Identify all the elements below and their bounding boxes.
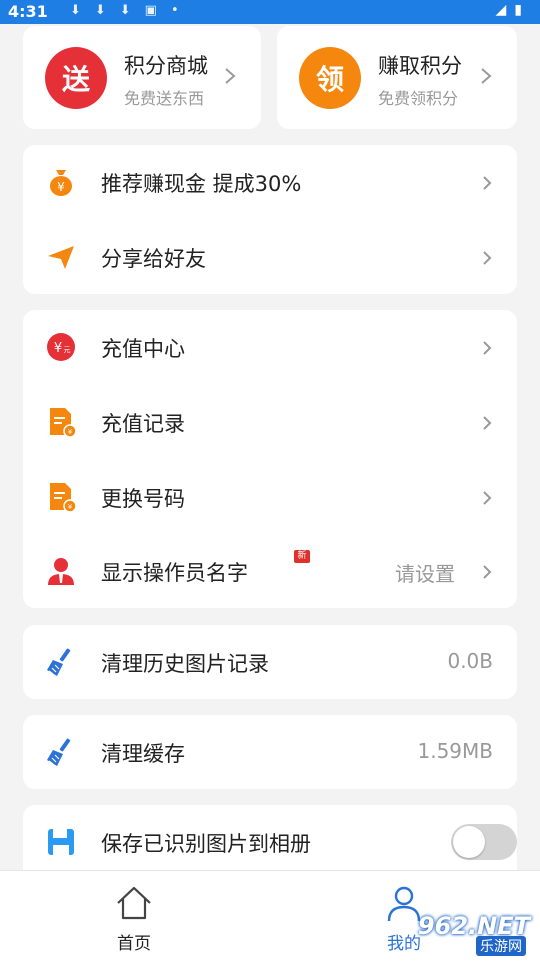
svg-text:元: 元 xyxy=(64,346,71,354)
clear-history-size: 0.0B xyxy=(447,649,493,673)
clear-history-row[interactable]: 清理历史图片记录 0.0B xyxy=(23,625,517,699)
recharge-record-label: 充值记录 xyxy=(101,412,185,436)
points-mall-title: 积分商城 xyxy=(124,54,208,78)
signal-battery-icons: ◢▮ xyxy=(495,2,530,18)
chevron-right-icon xyxy=(481,68,492,84)
status-bar: 4:31 ⬇⬇⬇▣• ◢▮ xyxy=(0,0,540,24)
chevron-right-icon xyxy=(483,251,492,265)
svg-text:¥: ¥ xyxy=(54,341,62,356)
earn-points-subtitle: 免费领积分 xyxy=(378,89,459,108)
money-bag-icon: ¥ xyxy=(50,170,72,196)
chevron-right-icon xyxy=(483,341,492,355)
chevron-right-icon xyxy=(483,491,492,505)
svg-text:¥: ¥ xyxy=(68,428,73,436)
referral-label: 推荐赚现金 提成30% xyxy=(101,172,302,196)
chevron-right-icon xyxy=(483,176,492,190)
change-number-row[interactable]: ¥ 更换号码 xyxy=(23,460,517,535)
claim-badge-icon: 领 xyxy=(299,47,361,109)
share-friends-label: 分享给好友 xyxy=(101,247,206,271)
change-number-label: 更换号码 xyxy=(101,487,185,511)
points-mall-card[interactable]: 送 积分商城 免费送东西 xyxy=(23,26,261,129)
clear-history-label: 清理历史图片记录 xyxy=(101,652,269,676)
operator-avatar-icon xyxy=(48,558,74,585)
share-friends-row[interactable]: 分享给好友 xyxy=(23,220,517,295)
points-mall-subtitle: 免费送东西 xyxy=(124,89,205,108)
operator-name-label: 显示操作员名字 xyxy=(101,561,248,585)
operator-name-row[interactable]: 显示操作员名字 新 请设置 xyxy=(23,535,517,608)
tab-home-label: 首页 xyxy=(117,934,151,954)
svg-text:¥: ¥ xyxy=(68,503,73,511)
save-images-label: 保存已识别图片到相册 xyxy=(101,832,311,856)
status-time: 4:31 xyxy=(8,2,48,21)
recharge-center-row[interactable]: ¥ 元 充值中心 xyxy=(23,310,517,385)
clear-cache-size: 1.59MB xyxy=(417,739,493,763)
save-images-toggle[interactable] xyxy=(451,824,517,860)
referral-group: ¥ 推荐赚现金 提成30% 分享给好友 xyxy=(23,145,517,294)
floppy-disk-icon xyxy=(48,829,74,855)
notification-icons: ⬇⬇⬇▣• xyxy=(70,3,193,18)
gift-badge-icon: 送 xyxy=(45,47,107,109)
toggle-knob xyxy=(453,826,485,858)
earn-points-title: 赚取积分 xyxy=(378,54,462,78)
recharge-center-label: 充值中心 xyxy=(101,337,185,361)
earn-points-card[interactable]: 领 赚取积分 免费领积分 xyxy=(277,26,517,129)
clear-cache-row[interactable]: 清理缓存 1.59MB xyxy=(23,715,517,789)
change-number-document-icon: ¥ xyxy=(50,483,77,513)
watermark-sub: 乐游网 xyxy=(476,936,526,956)
operator-name-value: 请设置 xyxy=(395,562,455,586)
home-icon xyxy=(117,886,151,920)
recharge-icon: ¥ 元 xyxy=(47,333,75,361)
record-document-icon: ¥ xyxy=(50,408,77,438)
account-group: ¥ 元 充值中心 ¥ 充值记录 ¥ 更换号码 显示操作员名字 新 请设置 xyxy=(23,310,517,608)
tab-home[interactable]: 首页 xyxy=(84,871,184,961)
paper-plane-icon xyxy=(48,246,74,269)
chevron-right-icon xyxy=(483,565,492,579)
new-badge: 新 xyxy=(294,550,310,563)
svg-text:¥: ¥ xyxy=(57,180,65,194)
recharge-record-row[interactable]: ¥ 充值记录 xyxy=(23,385,517,460)
chevron-right-icon xyxy=(225,68,236,84)
referral-row[interactable]: ¥ 推荐赚现金 提成30% xyxy=(23,145,517,220)
broom-icon xyxy=(47,738,71,766)
chevron-right-icon xyxy=(483,416,492,430)
broom-icon xyxy=(47,648,71,676)
clear-cache-label: 清理缓存 xyxy=(101,742,185,766)
